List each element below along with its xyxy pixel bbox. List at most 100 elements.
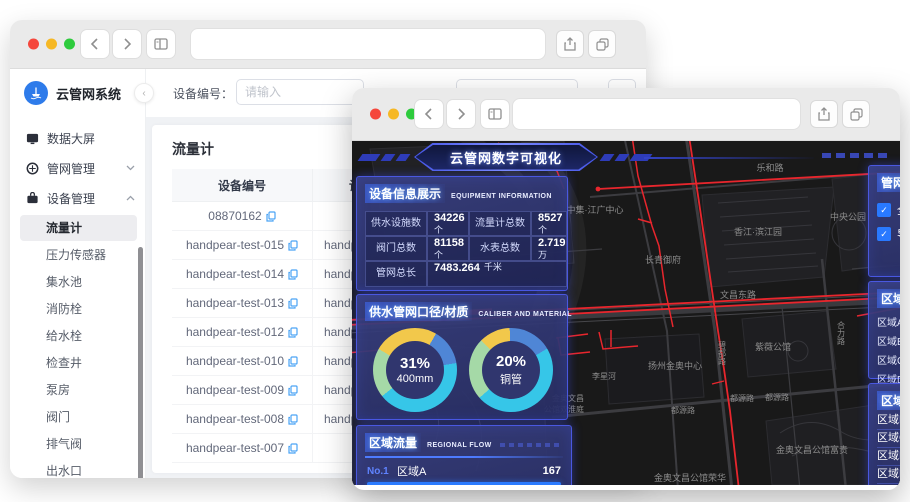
stat-label: 阀门总数: [365, 235, 427, 261]
panel-subtitle: CALIBER AND MATERIAL: [478, 311, 572, 318]
legend-item[interactable]: 区域A: [877, 314, 900, 329]
tab-overview-button[interactable]: [146, 29, 176, 59]
legend-item[interactable]: 区域C: [877, 352, 900, 367]
forward-button[interactable]: [446, 99, 476, 129]
dashboard-title: 云管网数字可视化: [449, 150, 562, 166]
sidebar-item-valve[interactable]: 阀门: [20, 404, 137, 430]
share-icon: [564, 37, 576, 51]
layer-checkbox-row[interactable]: ✓ 导入: [877, 226, 900, 242]
region-row[interactable]: 区域C: [877, 430, 900, 448]
map-label: 都源路: [765, 392, 789, 402]
copy-icon[interactable]: [288, 268, 298, 280]
map-label: 金奥文昌公馆富贵: [776, 444, 848, 455]
sidebar-item-pump-house[interactable]: 泵房: [20, 377, 137, 403]
stat-value: 7483.264 千米: [427, 260, 567, 287]
minimize-window-icon[interactable]: [388, 108, 399, 120]
sidebar-item-flowmeter[interactable]: 流量计: [20, 215, 137, 241]
flow-region: 区域A: [397, 466, 427, 478]
donut-center-value: 31%: [399, 355, 431, 372]
flow-row[interactable]: No.1 区域A 167: [367, 463, 561, 485]
device-id: handpear-test-007: [185, 441, 285, 455]
panel-title: 供水管网口径/材质: [365, 302, 473, 321]
sidebar-header: 云管网系统: [10, 69, 145, 115]
copy-icon[interactable]: [288, 413, 298, 425]
maximize-window-icon[interactable]: [64, 38, 75, 50]
panel-title: 管网图层: [877, 173, 900, 192]
minimize-window-icon[interactable]: [46, 38, 57, 50]
tab-overview-button[interactable]: [480, 99, 510, 129]
back-button[interactable]: [414, 99, 444, 129]
stat-value: 2.719 万: [531, 235, 567, 261]
region-row[interactable]: 区域D: [877, 448, 900, 466]
region-row[interactable]: 区域E: [877, 466, 900, 484]
sidebar-scrollbar[interactable]: [138, 247, 143, 478]
device-id: handpear-test-008: [185, 412, 285, 426]
map-label: 香江·滨江园: [734, 226, 782, 237]
panel-subtitle: REGIONAL FLOW: [427, 442, 492, 449]
donut-center-label: 400mm: [396, 373, 434, 385]
traffic-lights[interactable]: [28, 38, 75, 50]
device-id: handpear-test-015: [185, 238, 285, 252]
close-window-icon[interactable]: [370, 108, 381, 120]
sidebar-item-device-management[interactable]: 设备管理: [10, 183, 145, 213]
title-underline: [365, 456, 563, 458]
sidebar-item-data-screen[interactable]: 数据大屏: [10, 123, 145, 153]
traffic-lights[interactable]: [370, 108, 417, 120]
forward-button[interactable]: [112, 29, 142, 59]
caliber-donut-chart[interactable]: 31% 400mm: [373, 328, 457, 412]
device-id: 08870162: [208, 209, 262, 223]
sidebar-item-pressure-sensor[interactable]: 压力传感器: [20, 242, 137, 268]
pipe-layers-panel: 管网图层 ✓ 全选 ✓ 导入: [868, 165, 900, 277]
app-title: 云管网系统: [56, 86, 122, 102]
device-id-input[interactable]: [236, 79, 364, 105]
sidebar-item-inspection-well[interactable]: 检查井: [20, 350, 137, 376]
layer-checkbox-row[interactable]: ✓ 全选: [877, 202, 900, 218]
share-button[interactable]: [810, 100, 838, 128]
overlapping-windows-icon: [595, 37, 609, 51]
copy-icon[interactable]: [288, 326, 298, 338]
map-label: 金奥文昌公馆荣华: [654, 472, 726, 483]
pipe-network-icon: [26, 162, 39, 174]
sidebar-item-sump[interactable]: 集水池: [20, 269, 137, 295]
address-bar[interactable]: [512, 98, 801, 130]
map-label: 中集·江广中心: [567, 204, 624, 215]
region-flow-list-panel: 区域流量 区域B 区域C 区域D 区域E: [868, 383, 900, 485]
copy-icon[interactable]: [288, 297, 298, 309]
sidebar-item-pipe-management[interactable]: 管网管理: [10, 153, 145, 183]
donut-center-value: 20%: [495, 353, 527, 370]
share-icon: [818, 107, 830, 121]
copy-icon[interactable]: [288, 384, 298, 396]
copy-icon[interactable]: [266, 210, 276, 222]
copy-icon[interactable]: [288, 239, 298, 251]
legend-item[interactable]: 区域B: [877, 333, 900, 348]
chevron-down-icon: [126, 165, 135, 171]
map-label: 碧都路: [718, 340, 727, 365]
copy-icon[interactable]: [288, 355, 298, 367]
region-row[interactable]: 区域B: [877, 412, 900, 430]
share-button[interactable]: [556, 30, 584, 58]
material-donut-chart[interactable]: 20% 铜管: [469, 328, 553, 412]
main-menu: 数据大屏 管网管理 设备管理: [10, 123, 145, 213]
sidebar-item-exhaust-valve[interactable]: 排气阀: [20, 431, 137, 457]
sidebar-item-fire-hydrant[interactable]: 消防栓: [20, 296, 137, 322]
tabs-copy-button[interactable]: [842, 100, 870, 128]
sidebar-collapse-button[interactable]: ‹: [134, 83, 154, 103]
sidebar-item-outlet[interactable]: 出水口: [20, 458, 137, 478]
checkbox-label: 全选: [897, 202, 900, 218]
menu-label: 管网管理: [47, 161, 96, 176]
device-id: handpear-test-013: [185, 296, 285, 310]
flow-bar: [367, 482, 561, 485]
water-logo-icon: [30, 87, 42, 100]
device-submenu: 流量计 压力传感器 集水池 消防栓 给水栓 检查井 泵房 阀门 排气阀 出水口 …: [10, 215, 145, 478]
close-window-icon[interactable]: [28, 38, 39, 50]
back-button[interactable]: [80, 29, 110, 59]
front-browser-window: 乐和路 中集·江广中心 中央公园 香江·滨江园 长青御府 文昌东路 扬州金奥中心…: [352, 88, 900, 490]
checkbox-icon[interactable]: ✓: [877, 203, 891, 217]
address-bar[interactable]: [190, 28, 546, 60]
sidebar-item-water-hydrant[interactable]: 给水栓: [20, 323, 137, 349]
copy-icon[interactable]: [288, 442, 298, 454]
tabs-copy-button[interactable]: [588, 30, 616, 58]
checkbox-icon[interactable]: ✓: [877, 227, 891, 241]
menu-label: 数据大屏: [47, 131, 96, 146]
sidebar-icon: [488, 108, 502, 120]
